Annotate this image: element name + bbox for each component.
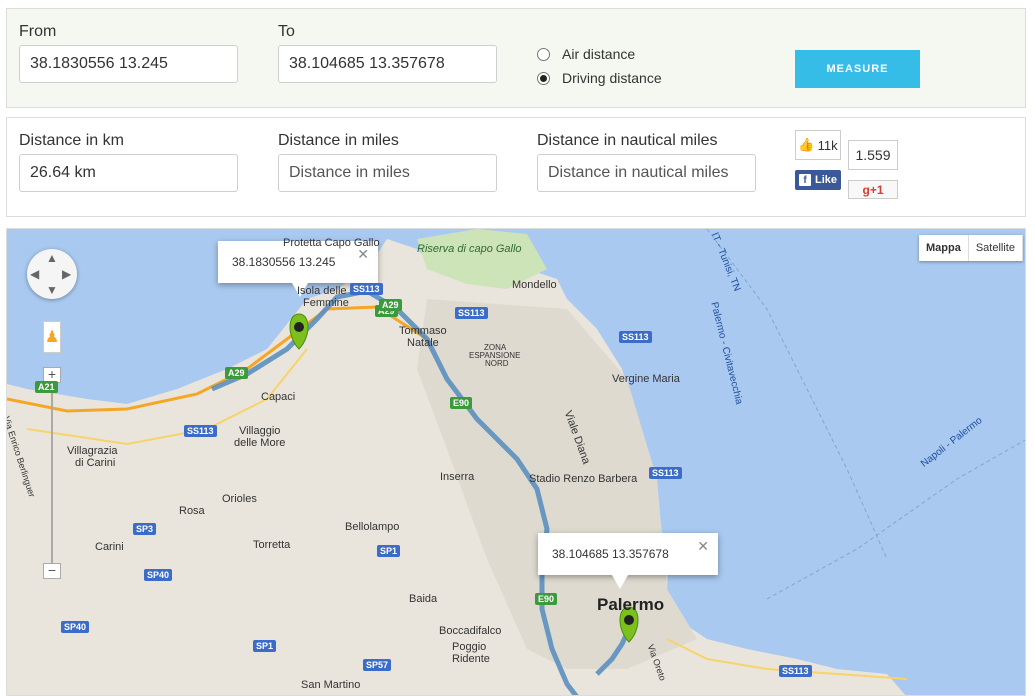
- place-ridente: Ridente: [452, 653, 490, 665]
- shield-ss113: SS113: [619, 331, 652, 343]
- map-view[interactable]: ▲ ▼ ◀ ▶ ♟ + − Mappa Satellite 38.1830556…: [6, 228, 1026, 696]
- facebook-icon: f: [798, 174, 811, 186]
- place-palermo: Palermo: [597, 595, 665, 614]
- zoom-slider[interactable]: [51, 389, 53, 564]
- km-output[interactable]: [19, 154, 238, 192]
- street-view-pegman[interactable]: ♟: [43, 321, 61, 353]
- route-form-panel: From To Air distance Driving distance ME…: [6, 8, 1026, 108]
- place-bellolampo: Bellolampo: [345, 521, 400, 533]
- place-torretta: Torretta: [253, 539, 291, 551]
- map-type-control: Mappa Satellite: [919, 235, 1023, 261]
- thumbs-up-icon: 👍: [798, 137, 815, 152]
- place-orioles: Orioles: [222, 493, 257, 505]
- person-icon: ♟: [44, 329, 60, 346]
- to-input[interactable]: [278, 45, 497, 83]
- shield-ss113: SS113: [184, 425, 217, 437]
- place-carini: Carini: [95, 541, 124, 553]
- place-villaggio: Villaggio: [239, 425, 281, 437]
- shield-ss113: SS113: [779, 665, 812, 677]
- google-plus-button[interactable]: g+1: [848, 180, 898, 199]
- infowindow-to-text: 38.104685 13.357678: [552, 547, 669, 561]
- from-input[interactable]: [19, 45, 238, 83]
- shield-a21: A21: [35, 381, 58, 393]
- place-mondello: Mondello: [512, 279, 557, 291]
- place-femmine: Femmine: [303, 297, 349, 309]
- map-type-map-button[interactable]: Mappa: [919, 235, 969, 261]
- pan-control[interactable]: ▲ ▼ ◀ ▶: [27, 249, 77, 299]
- chevron-right-icon[interactable]: ▶: [62, 267, 71, 281]
- place-inserra: Inserra: [440, 471, 475, 483]
- place-natale: Natale: [407, 337, 439, 349]
- place-stadio: Stadio Renzo Barbera: [529, 473, 638, 485]
- zoom-out-button[interactable]: −: [43, 563, 61, 579]
- place-poggio: Poggio: [452, 641, 487, 653]
- km-label: Distance in km: [19, 132, 124, 149]
- shield-sp40: SP40: [144, 569, 173, 581]
- driving-distance-option[interactable]: Driving distance: [537, 70, 662, 86]
- infowindow-to: 38.104685 13.357678 ✕: [538, 533, 718, 589]
- map-canvas: [7, 229, 1025, 695]
- chevron-left-icon[interactable]: ◀: [30, 267, 39, 281]
- miles-output[interactable]: [278, 154, 497, 192]
- driving-distance-radio[interactable]: [537, 71, 550, 85]
- from-label: From: [19, 23, 57, 40]
- shield-sp3: SP3: [133, 523, 157, 535]
- facebook-like-button[interactable]: f Like: [795, 170, 841, 190]
- shield-ss113: SS113: [350, 283, 383, 295]
- to-label: To: [278, 23, 295, 40]
- map-type-satellite-button[interactable]: Satellite: [968, 235, 1023, 261]
- results-panel: Distance in km Distance in miles Distanc…: [6, 117, 1026, 217]
- shield-ss113: SS113: [649, 467, 682, 479]
- nautical-label: Distance in nautical miles: [537, 132, 718, 149]
- shield-a29: A29: [379, 299, 402, 311]
- shield-e90: E90: [535, 593, 558, 605]
- place-vergine-maria: Vergine Maria: [612, 373, 680, 385]
- close-icon[interactable]: ✕: [697, 538, 709, 555]
- air-distance-label: Air distance: [562, 46, 636, 62]
- chevron-up-icon[interactable]: ▲: [46, 251, 58, 265]
- place-san-martino: San Martino: [301, 679, 361, 691]
- google-plus-count: 1.559: [848, 140, 898, 170]
- shield-sp1: SP1: [377, 545, 401, 557]
- shield-sp57: SP57: [363, 659, 392, 671]
- chevron-down-icon[interactable]: ▼: [46, 283, 58, 297]
- place-nord: NORD: [485, 359, 509, 368]
- measure-button[interactable]: MEASURE: [795, 50, 920, 88]
- shield-ss113: SS113: [455, 307, 488, 319]
- shield-a29: A29: [225, 367, 248, 379]
- shield-e90: E90: [450, 397, 473, 409]
- place-capo-gallo: Protetta Capo Gallo: [283, 237, 380, 249]
- infowindow-from-text: 38.1830556 13.245: [232, 255, 336, 269]
- air-distance-radio[interactable]: [537, 47, 550, 61]
- miles-label: Distance in miles: [278, 132, 399, 149]
- place-di-carini: di Carini: [75, 457, 116, 469]
- place-delle-more: delle More: [234, 437, 286, 449]
- place-isola: Isola delle: [297, 285, 347, 297]
- nautical-output[interactable]: [537, 154, 756, 192]
- driving-distance-label: Driving distance: [562, 70, 662, 86]
- air-distance-option[interactable]: Air distance: [537, 46, 635, 62]
- place-baida: Baida: [409, 593, 438, 605]
- place-capaci: Capaci: [261, 391, 296, 403]
- place-riserva: Riserva di capo Gallo: [417, 243, 522, 255]
- place-boccadifalco: Boccadifalco: [439, 625, 502, 637]
- place-villagrazia: Villagrazia: [67, 445, 118, 457]
- shield-sp40: SP40: [61, 621, 90, 633]
- place-tommaso: Tommaso: [399, 325, 447, 337]
- place-rosa: Rosa: [179, 505, 205, 517]
- facebook-like-count: 👍 11k: [795, 130, 841, 160]
- shield-sp1: SP1: [253, 640, 277, 652]
